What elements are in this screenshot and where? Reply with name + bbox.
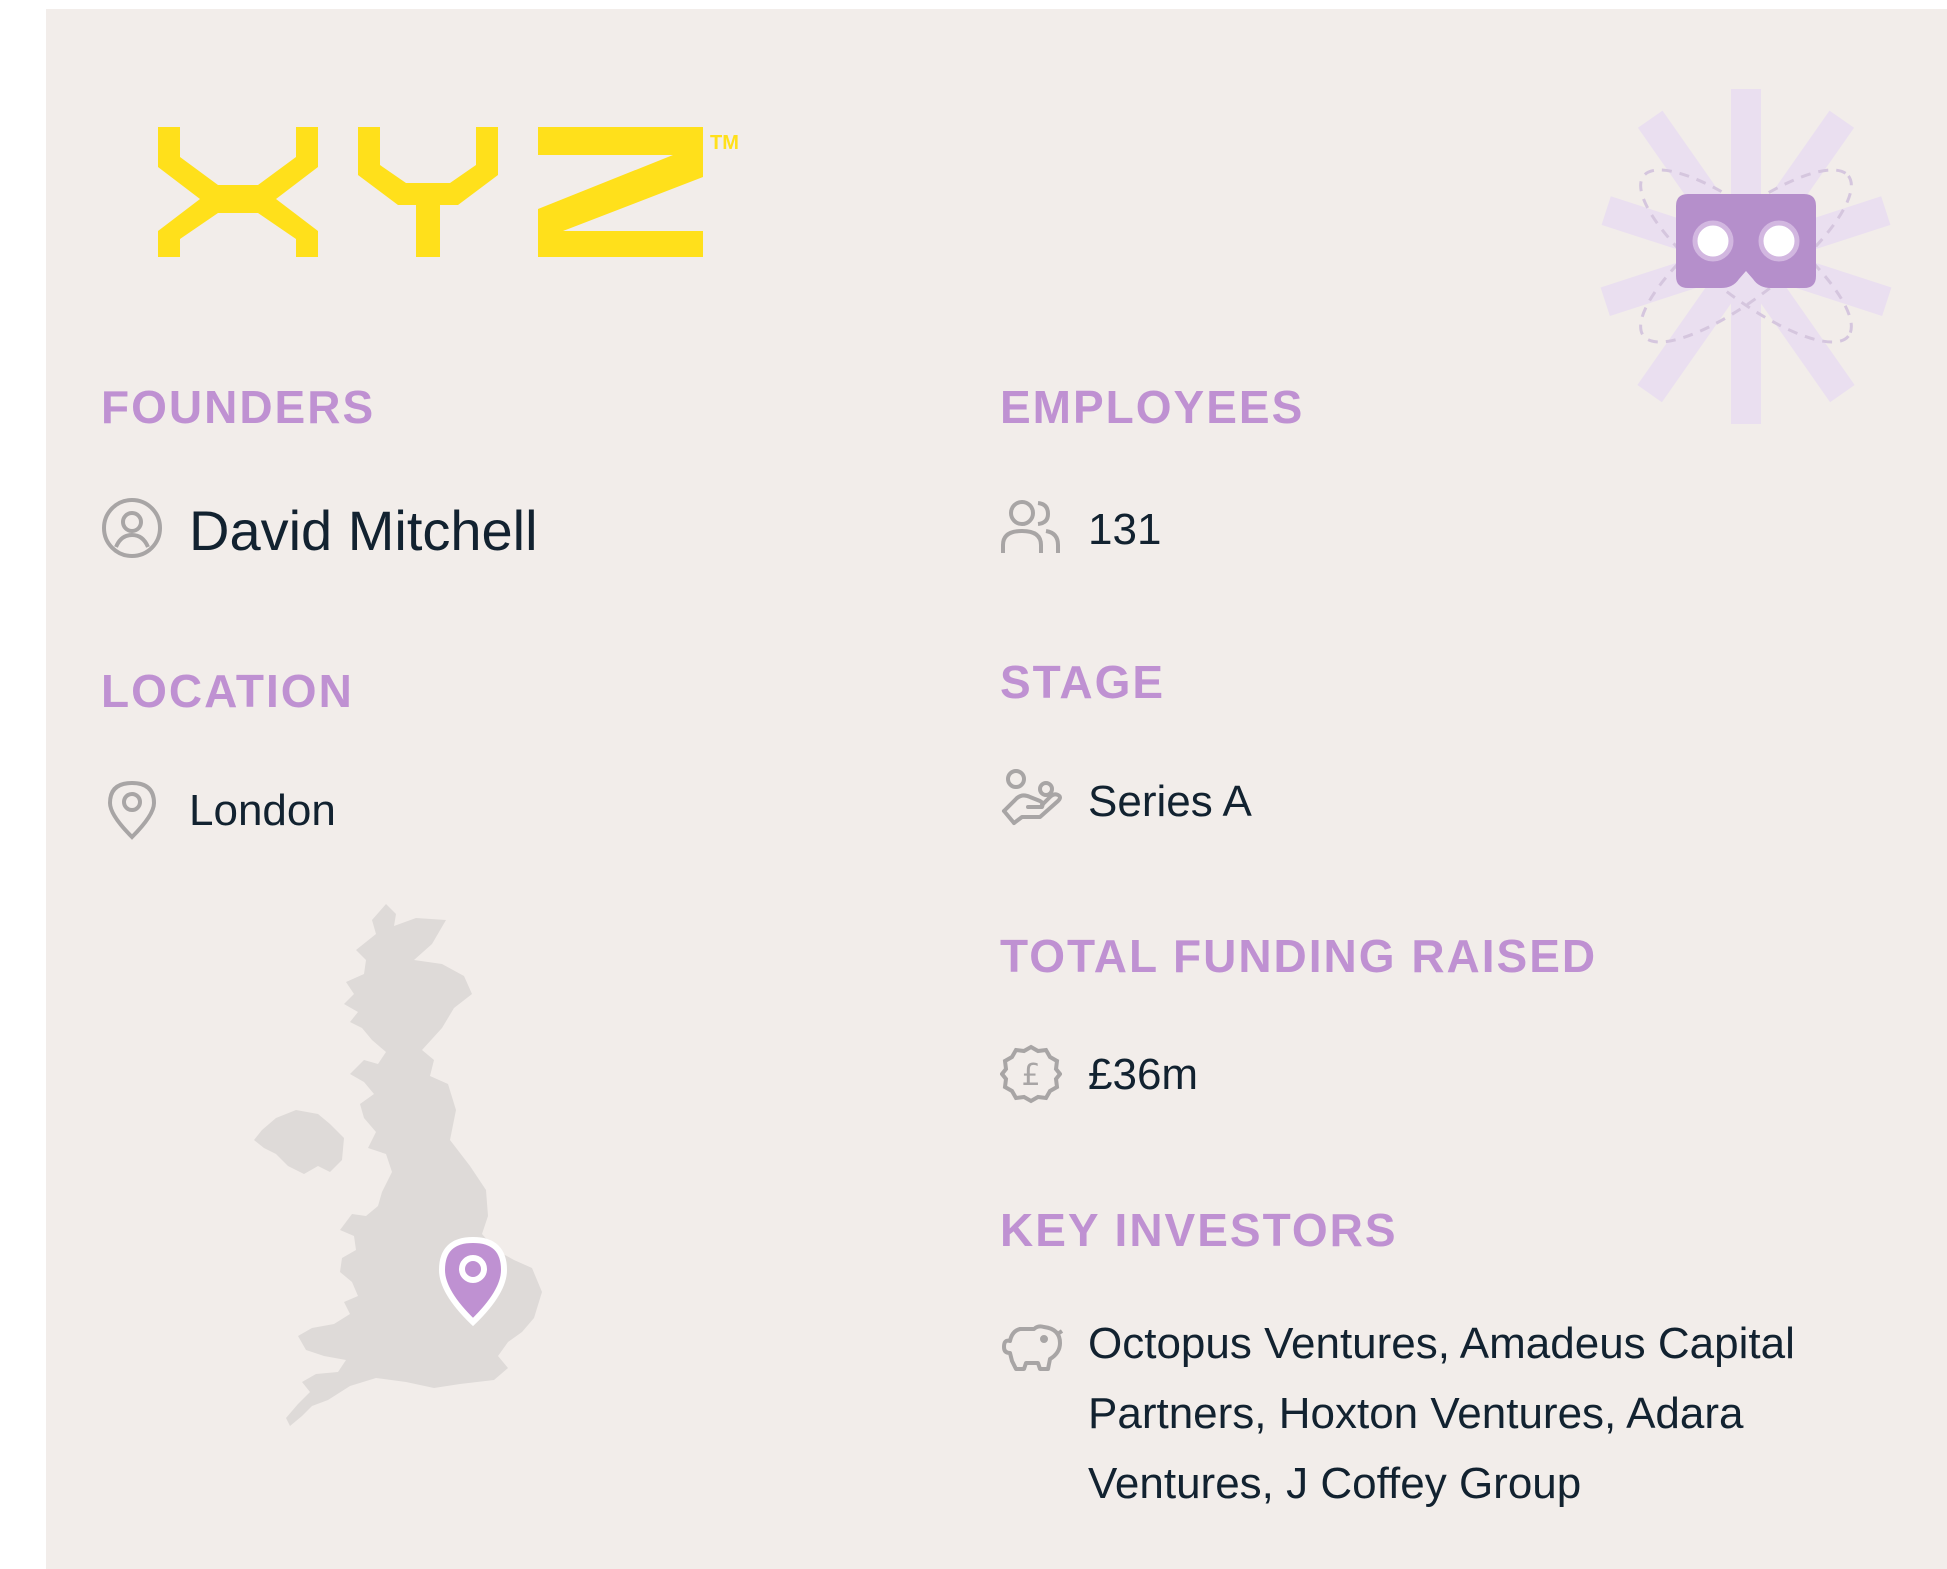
piggy-bank-icon xyxy=(1000,1323,1064,1373)
vr-headset-icon xyxy=(1600,89,1892,424)
location-heading: LOCATION xyxy=(101,665,354,717)
users-icon xyxy=(1000,497,1062,557)
trademark-symbol: TM xyxy=(710,132,739,154)
founders-heading: FOUNDERS xyxy=(101,381,376,433)
employees-count: 131 xyxy=(1088,505,1162,554)
user-circle-icon xyxy=(101,497,163,559)
employees-heading: EMPLOYEES xyxy=(1000,381,1305,433)
pound-badge-icon: £ xyxy=(1000,1043,1062,1105)
stage-value: Series A xyxy=(1088,777,1252,826)
company-profile-card: TM FOUNDERS David Mitchell EMPLOYEES 131… xyxy=(46,9,1947,1569)
stage-heading: STAGE xyxy=(1000,656,1166,708)
funding-heading: TOTAL FUNDING RAISED xyxy=(1000,930,1598,982)
founder-name: David Mitchell xyxy=(189,499,538,562)
location-city: London xyxy=(189,786,336,835)
xyz-logo: TM xyxy=(158,127,739,257)
investors-heading: KEY INVESTORS xyxy=(1000,1204,1398,1256)
hand-coin-icon xyxy=(1000,767,1064,829)
map-pin-icon xyxy=(106,779,158,841)
funding-value: £36m xyxy=(1088,1050,1199,1099)
uk-map xyxy=(254,904,542,1426)
svg-text:£: £ xyxy=(1021,1058,1040,1093)
investors-value: Octopus Ventures, Amadeus Capital Partne… xyxy=(1088,1319,1795,1508)
